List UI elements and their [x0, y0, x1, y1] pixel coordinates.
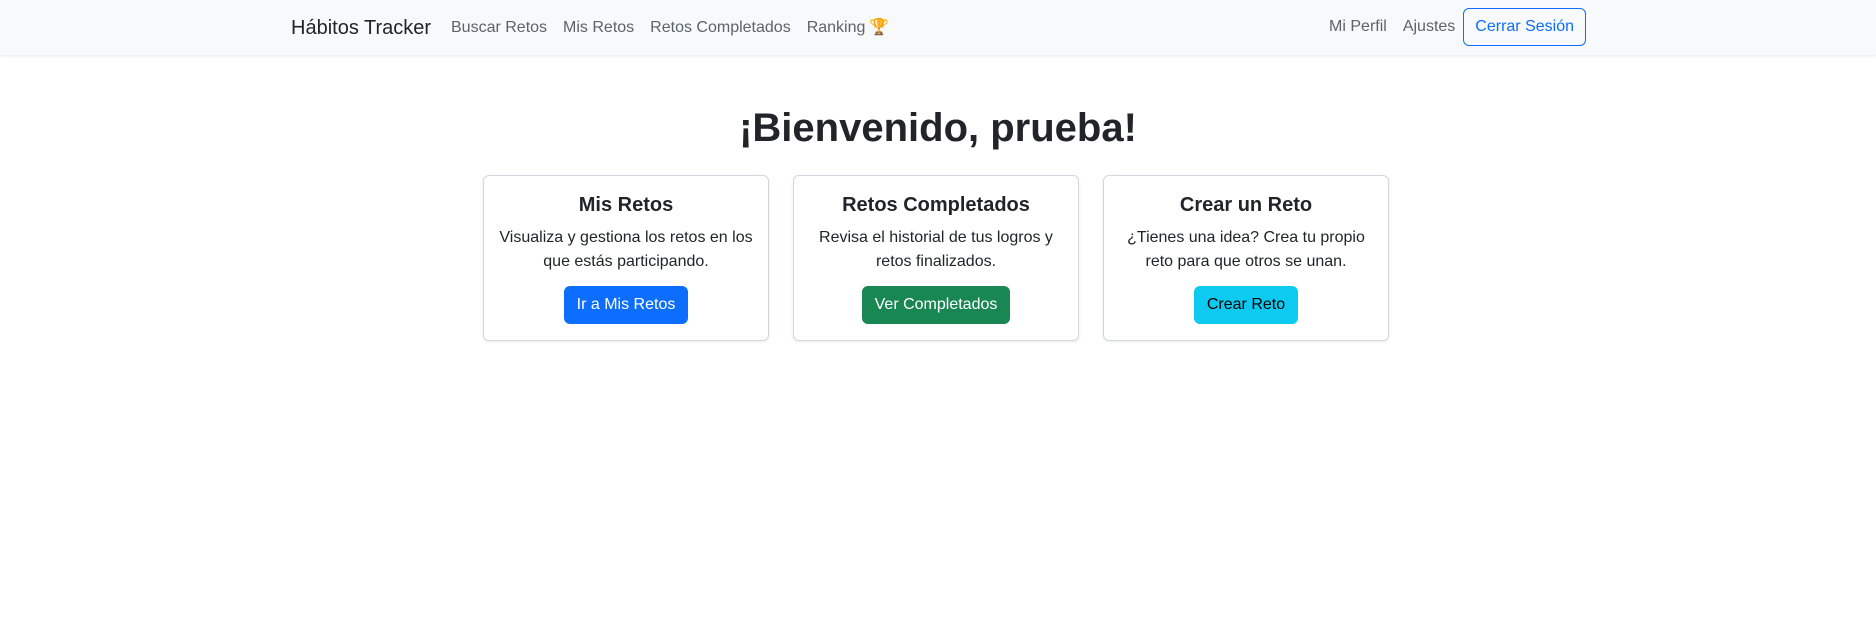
card-group: Mis Retos Visualiza y gestiona los retos…	[483, 175, 1389, 341]
brand-link[interactable]: Hábitos Tracker	[291, 15, 431, 41]
nav-right: Mi Perfil Ajustes Cerrar Sesión	[1329, 8, 1586, 46]
nav-link-ranking-label: Ranking	[806, 19, 866, 36]
card-crear-reto: Crear un Reto ¿Tienes una idea? Crea tu …	[1103, 175, 1389, 341]
top-navbar: Hábitos Tracker Buscar Retos Mis Retos R…	[0, 0, 1876, 55]
nav-link-ranking[interactable]: Ranking 🏆	[807, 17, 890, 39]
card-title: Retos Completados	[842, 194, 1030, 216]
card-text: Visualiza y gestiona los retos en los qu…	[499, 229, 753, 270]
ver-completados-button[interactable]: Ver Completados	[861, 286, 1011, 324]
nav-link-retos-completados[interactable]: Retos Completados	[650, 17, 791, 39]
card-text: Revisa el historial de tus logros y reto…	[819, 229, 1053, 270]
nav-link-ajustes[interactable]: Ajustes	[1403, 16, 1455, 38]
card-title: Crear un Reto	[1179, 194, 1313, 216]
nav-link-mi-perfil[interactable]: Mi Perfil	[1329, 16, 1387, 38]
nav-link-mis-retos[interactable]: Mis Retos	[563, 17, 634, 39]
go-mis-retos-button[interactable]: Ir a Mis Retos	[563, 286, 689, 324]
card-title: Mis Retos	[578, 194, 674, 216]
card-text: ¿Tienes una idea? Crea tu propio reto pa…	[1127, 229, 1365, 270]
nav-link-buscar-retos[interactable]: Buscar Retos	[451, 17, 547, 39]
card-retos-completados: Retos Completados Revisa el historial de…	[793, 175, 1079, 341]
trophy-icon: 🏆	[869, 19, 890, 36]
logout-button[interactable]: Cerrar Sesión	[1463, 8, 1586, 46]
crear-reto-button[interactable]: Crear Reto	[1193, 286, 1299, 324]
card-mis-retos: Mis Retos Visualiza y gestiona los retos…	[483, 175, 769, 341]
page-title: ¡Bienvenido, prueba!	[739, 106, 1137, 150]
nav-links: Buscar Retos Mis Retos Retos Completados…	[451, 17, 905, 39]
